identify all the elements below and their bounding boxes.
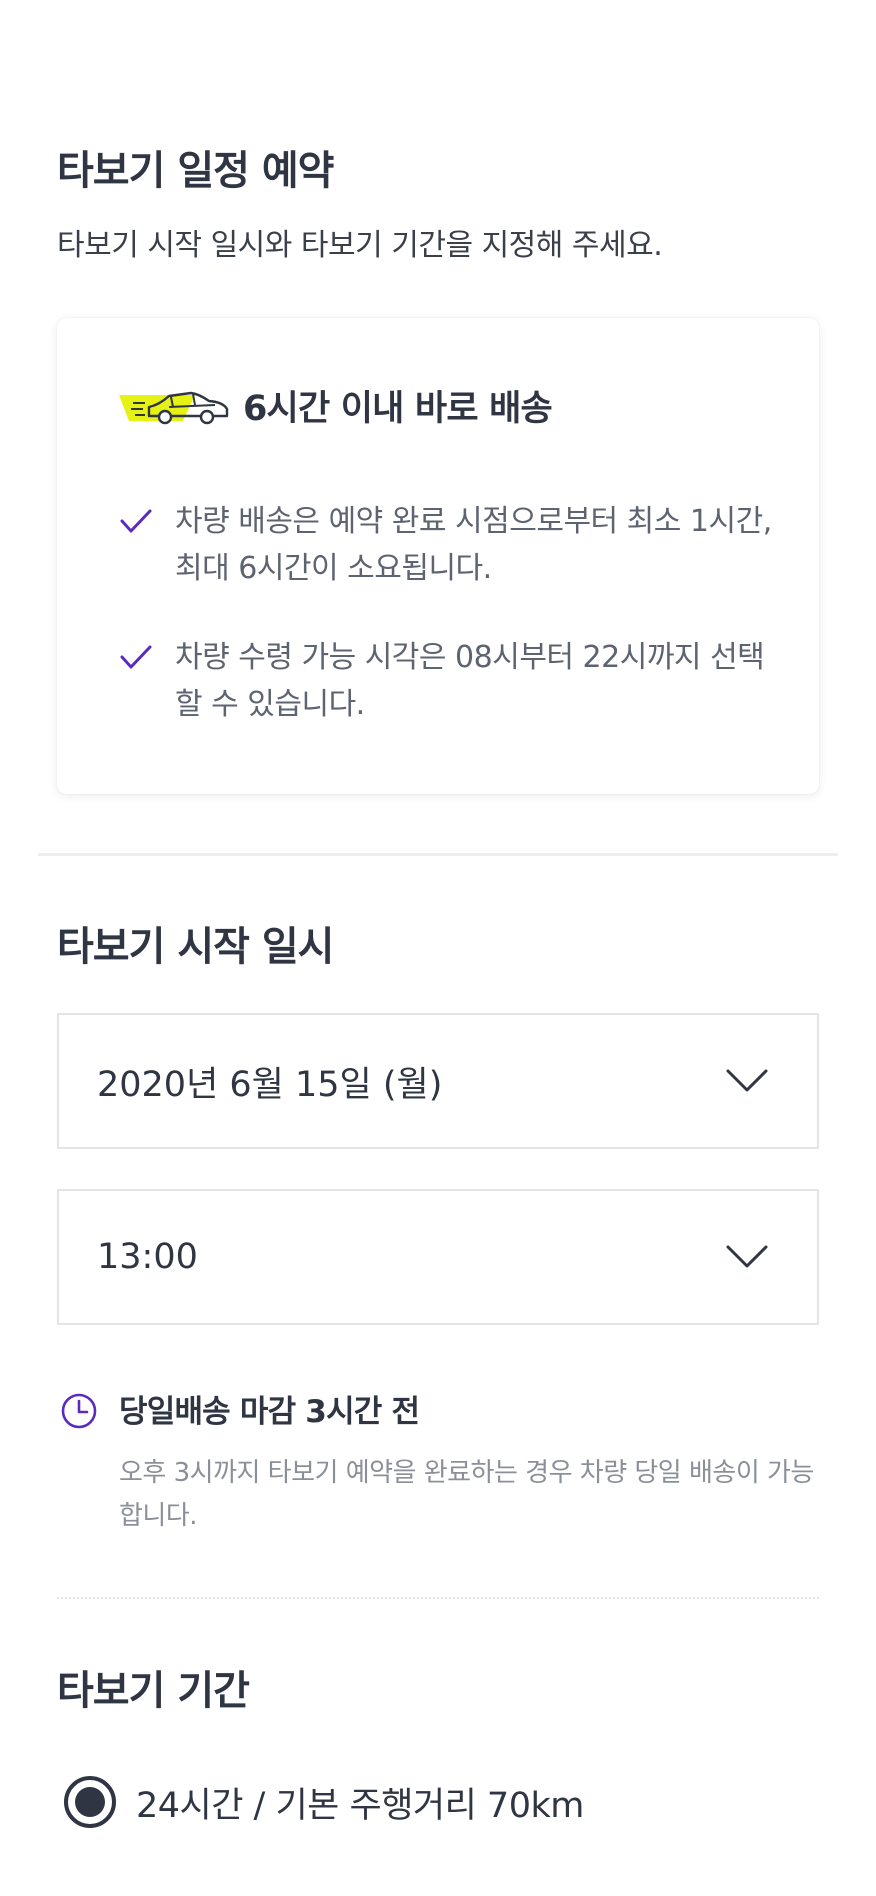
- start-time-value: 13:00: [97, 1237, 198, 1277]
- card-header: 6시간 이내 바로 배송: [119, 380, 553, 431]
- info-bullet-text: 차량 수령 가능 시각은 08시부터 22시까지 선택할 수 있습니다.: [175, 640, 765, 722]
- start-section-title: 타보기 시작 일시: [57, 924, 334, 970]
- info-bullet-text: 차량 배송은 예약 완료 시점으로부터 최소 1시간, 최대 6시간이 소요됩니…: [175, 504, 772, 586]
- start-date-select[interactable]: 2020년 6월 15일 (월): [57, 1013, 819, 1149]
- card-title: 6시간 이내 바로 배송: [243, 389, 553, 429]
- same-day-notice-body: 오후 3시까지 타보기 예약을 완료하는 경우 차량 당일 배송이 가능합니다.: [119, 1458, 814, 1531]
- start-date-value: 2020년 6월 15일 (월): [97, 1064, 443, 1105]
- info-bullet: 차량 수령 가능 시각은 08시부터 22시까지 선택할 수 있습니다.: [119, 634, 775, 728]
- page-subtitle: 타보기 시작 일시와 타보기 기간을 지정해 주세요.: [57, 228, 663, 263]
- radio-selected-icon[interactable]: [64, 1776, 116, 1828]
- car-delivery-icon: [119, 391, 229, 424]
- check-icon: [120, 645, 152, 669]
- chevron-down-icon: [726, 1245, 768, 1268]
- chevron-down-icon: [726, 1069, 768, 1092]
- dotted-divider: [57, 1597, 819, 1599]
- info-bullet: 차량 배송은 예약 완료 시점으로부터 최소 1시간, 최대 6시간이 소요됩니…: [119, 498, 775, 592]
- clock-icon: [61, 1393, 97, 1429]
- section-divider: [38, 853, 838, 856]
- period-option-24h[interactable]: 24시간 / 기본 주행거리 70km: [64, 1776, 584, 1828]
- start-time-select[interactable]: 13:00: [57, 1189, 819, 1325]
- delivery-info-card: 6시간 이내 바로 배송 차량 배송은 예약 완료 시점으로부터 최소 1시간,…: [57, 318, 819, 794]
- period-option-label: 24시간 / 기본 주행거리 70km: [136, 1785, 584, 1826]
- period-section-title: 타보기 기간: [57, 1668, 250, 1714]
- check-icon: [120, 509, 152, 533]
- same-day-notice-title: 당일배송 마감 3시간 전: [119, 1394, 420, 1430]
- page-title: 타보기 일정 예약: [57, 148, 334, 194]
